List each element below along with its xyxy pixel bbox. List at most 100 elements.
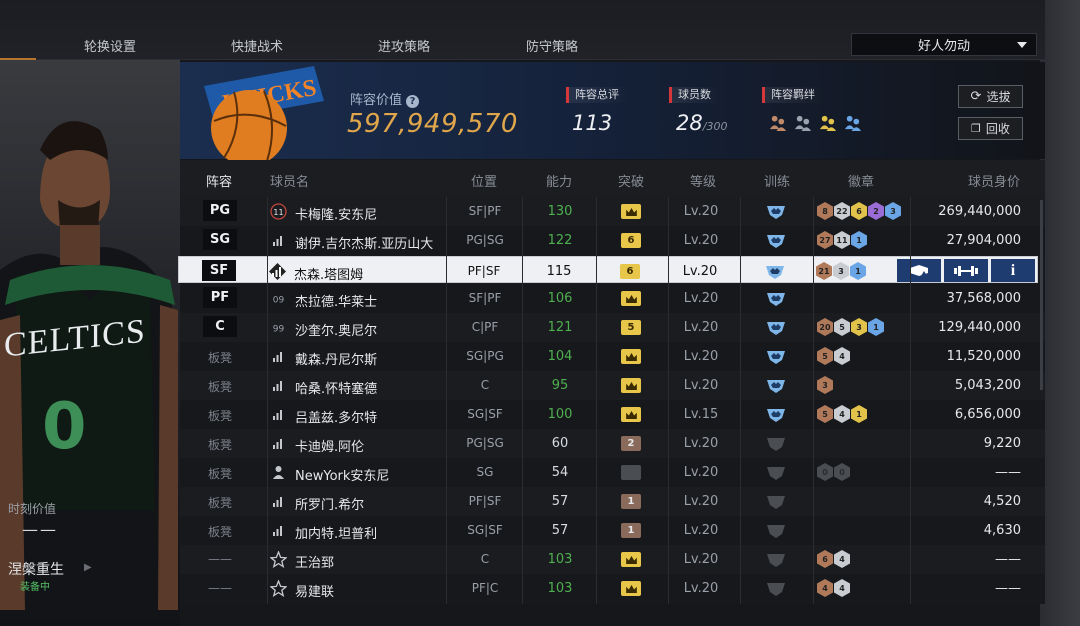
training-icon[interactable] bbox=[765, 551, 787, 568]
training-icon[interactable] bbox=[765, 522, 787, 539]
player-count-max: /300 bbox=[702, 120, 728, 133]
col-training[interactable]: 训练 bbox=[764, 171, 790, 190]
badge-group[interactable]: 21 3 1 bbox=[816, 262, 866, 280]
badge-group[interactable]: 00 bbox=[817, 463, 850, 481]
skill-name[interactable]: 涅槃重生 bbox=[8, 559, 64, 579]
table-row[interactable]: —— 易建联 PF|C 103 Lv.20 4 4 —— bbox=[180, 574, 1045, 603]
player-name[interactable]: 易建联 bbox=[295, 581, 334, 600]
chevron-right-icon[interactable]: ▶ bbox=[84, 562, 92, 573]
player-name[interactable]: 吕盖兹.多尔特 bbox=[295, 407, 377, 426]
badge-group[interactable]: 27 11 1 bbox=[817, 231, 867, 249]
scrollbar[interactable] bbox=[1040, 200, 1043, 390]
badge-icon: 5 bbox=[817, 347, 833, 365]
svg-text:99: 99 bbox=[273, 325, 285, 335]
table-row[interactable]: C 99 沙奎尔.奥尼尔 C|PF 121 5 Lv.20 20 5 3 1 129,440,000 bbox=[180, 313, 1045, 342]
col-level[interactable]: 等级 bbox=[690, 171, 716, 190]
badge-group[interactable]: 541 bbox=[817, 405, 867, 423]
player-name[interactable]: 沙奎尔.奥尼尔 bbox=[295, 320, 377, 339]
player-level: Lv.20 bbox=[683, 204, 719, 219]
tab-offense[interactable]: 进攻策略 bbox=[378, 36, 430, 55]
tab-rotation[interactable]: 轮换设置 bbox=[84, 36, 136, 55]
tab-quick-tactics[interactable]: 快捷战术 bbox=[231, 36, 283, 55]
lineup-value: 597,949,570 bbox=[347, 109, 518, 139]
table-row[interactable]: 板凳 加内特.坦普利 SG|SF 57 1 Lv.20 4,630 bbox=[180, 516, 1045, 545]
breakthrough-badge: 1 bbox=[621, 523, 641, 538]
badge-icon: 1 bbox=[850, 262, 866, 280]
badge-icon: 0 bbox=[817, 463, 833, 481]
col-position[interactable]: 位置 bbox=[471, 171, 497, 190]
table-row[interactable]: 板凳 NewYork安东尼 SG 54 Lv.20 0 0 —— bbox=[180, 458, 1045, 487]
player-name[interactable]: 卡梅隆.安东尼 bbox=[295, 204, 377, 223]
player-name[interactable]: 王治郅 bbox=[295, 552, 334, 571]
table-row[interactable]: PG 11 卡梅隆.安东尼 SF|PF 130 Lv.20 8 22 6 2 3 269,440,00… bbox=[180, 197, 1045, 226]
tab-defense[interactable]: 防守策略 bbox=[526, 36, 578, 55]
promote-button[interactable] bbox=[897, 259, 941, 282]
training-icon[interactable] bbox=[765, 493, 787, 510]
badge-icon: 4 bbox=[834, 405, 850, 423]
badge-group[interactable]: 44 bbox=[817, 579, 850, 597]
bond-icons[interactable] bbox=[768, 113, 862, 132]
player-value: 27,904,000 bbox=[946, 233, 1021, 248]
col-player-name[interactable]: 球员名 bbox=[270, 171, 309, 190]
player-name[interactable]: 哈桑.怀特塞德 bbox=[295, 378, 377, 397]
player-name[interactable]: 戴森.丹尼尔斯 bbox=[295, 349, 377, 368]
divider bbox=[668, 197, 669, 604]
training-icon[interactable] bbox=[765, 203, 787, 220]
badge-group[interactable]: 8 22 6 2 3 bbox=[817, 202, 901, 220]
table-row[interactable]: 板凳 吕盖兹.多尔特 SG|SF 100 Lv.15 5 4 1 6,656,000 bbox=[180, 400, 1045, 429]
col-value[interactable]: 球员身价 bbox=[968, 171, 1020, 190]
player-ability: 57 bbox=[551, 494, 569, 509]
training-icon[interactable] bbox=[765, 377, 787, 394]
badge-group[interactable]: 20 5 3 1 bbox=[817, 318, 884, 336]
col-ability[interactable]: 能力 bbox=[546, 171, 572, 190]
training-icon[interactable] bbox=[765, 232, 787, 249]
badge-icon: 0 bbox=[834, 463, 850, 481]
training-icon[interactable] bbox=[765, 290, 787, 307]
training-icon[interactable] bbox=[765, 319, 787, 336]
training-icon[interactable] bbox=[765, 348, 787, 365]
lineup-slot: 板凳 bbox=[207, 438, 232, 452]
player-name[interactable]: 卡迪姆.阿伦 bbox=[295, 436, 364, 455]
player-name[interactable]: 加内特.坦普利 bbox=[295, 523, 377, 542]
training-icon[interactable] bbox=[765, 406, 787, 423]
breakthrough-badge: 2 bbox=[621, 436, 641, 451]
player-value: —— bbox=[995, 552, 1021, 567]
table-row[interactable]: PF 09 杰拉德.华莱士 SF|PF 106 Lv.20 37,568,000 bbox=[180, 284, 1045, 313]
badge-group[interactable]: 64 bbox=[817, 550, 850, 568]
crown-icon bbox=[621, 204, 641, 219]
help-icon[interactable]: ? bbox=[406, 95, 420, 108]
training-icon[interactable] bbox=[764, 263, 786, 280]
player-count: 28/300 bbox=[676, 111, 727, 135]
col-lineup[interactable]: 阵容 bbox=[206, 171, 232, 190]
training-button[interactable] bbox=[944, 259, 988, 282]
table-row[interactable]: 板凳 卡迪姆.阿伦 PG|SG 60 2 Lv.20 9,220 bbox=[180, 429, 1045, 458]
player-name[interactable]: 杰森.塔图姆 bbox=[294, 264, 363, 283]
table-row[interactable]: SG 谢伊.吉尔杰斯.亚历山大 PG|SG 122 6 Lv.20 27 11 1 27,904,… bbox=[180, 226, 1045, 255]
player-name[interactable]: 谢伊.吉尔杰斯.亚历山大 bbox=[295, 233, 433, 252]
draft-button[interactable]: ⟳ 选拔 bbox=[958, 85, 1023, 108]
info-button[interactable]: i bbox=[991, 259, 1035, 282]
lineup-dropdown[interactable]: 好人勿动 bbox=[851, 33, 1037, 56]
training-icon[interactable] bbox=[765, 580, 787, 597]
table-row[interactable]: 板凳 所罗门.希尔 PF|SF 57 1 Lv.20 4,520 bbox=[180, 487, 1045, 516]
badge-group[interactable]: 54 bbox=[817, 347, 850, 365]
training-icon[interactable] bbox=[765, 435, 787, 452]
col-breakthrough[interactable]: 突破 bbox=[618, 171, 644, 190]
table-row[interactable]: —— 王治郅 C 103 Lv.20 6 4 —— bbox=[180, 545, 1045, 574]
table-row[interactable]: 板凳 戴森.丹尼尔斯 SG|PG 104 Lv.20 5 4 11,520,000 bbox=[180, 342, 1045, 371]
badge-group[interactable]: 3 bbox=[817, 376, 833, 394]
table-row[interactable]: 板凳 哈桑.怀特塞德 C 95 Lv.20 3 5,043,200 bbox=[180, 371, 1045, 400]
player-position: PF|SF bbox=[467, 264, 501, 278]
col-badges[interactable]: 徽章 bbox=[848, 171, 874, 190]
table-row-selected[interactable]: SF 杰森.塔图姆 PF|SF 115 6 Lv.20 21 3 1 i bbox=[178, 256, 1038, 283]
lineup-slot-chip: SF bbox=[202, 260, 236, 281]
player-name[interactable]: NewYork安东尼 bbox=[295, 465, 389, 484]
player-level: Lv.20 bbox=[683, 349, 719, 364]
svg-text:09: 09 bbox=[273, 296, 285, 306]
training-icon[interactable] bbox=[765, 464, 787, 481]
recycle-button[interactable]: ❐ 回收 bbox=[958, 117, 1023, 140]
bond-bronze-icon bbox=[769, 115, 787, 132]
player-name[interactable]: 杰拉德.华莱士 bbox=[295, 291, 377, 310]
divider bbox=[740, 197, 741, 604]
player-name[interactable]: 所罗门.希尔 bbox=[295, 494, 364, 513]
